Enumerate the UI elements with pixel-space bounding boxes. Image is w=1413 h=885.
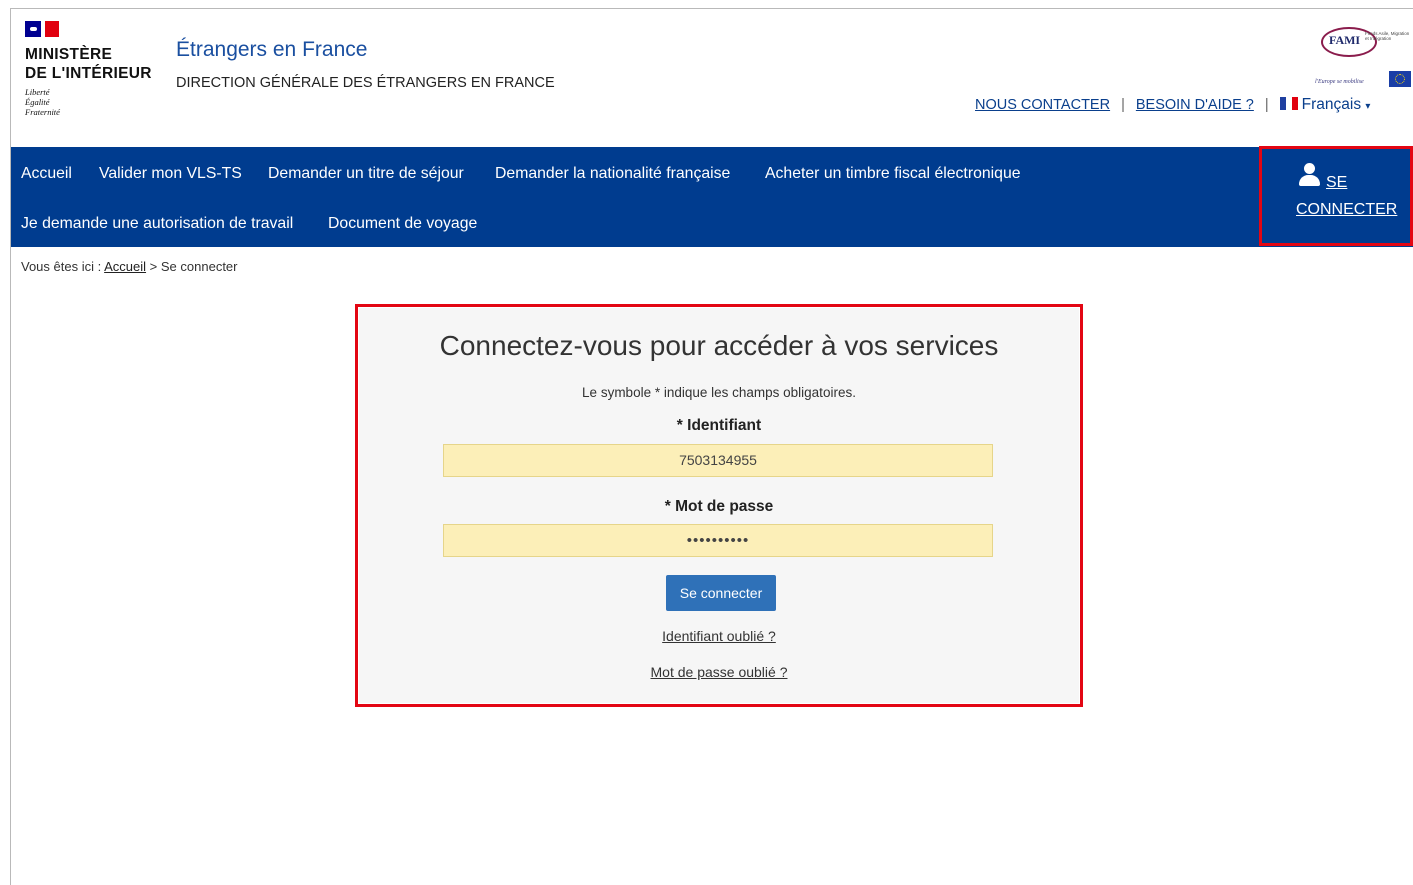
ministry-name: MINISTÈRE DE L'INTÉRIEUR (25, 46, 152, 82)
language-selector[interactable]: Français ▾ (1279, 96, 1371, 113)
nav-item-timbre-fiscal[interactable]: Acheter un timbre fiscal électronique (765, 165, 1021, 183)
forgot-identifier-link[interactable]: Identifiant oublié ? (359, 628, 1079, 644)
site-title[interactable]: Étrangers en France (176, 38, 367, 62)
forgot-password-link[interactable]: Mot de passe oublié ? (359, 664, 1079, 680)
required-note: Le symbole * indique les champs obligato… (582, 385, 856, 400)
nav-item-accueil[interactable]: Accueil (21, 165, 72, 183)
breadcrumb-home-link[interactable]: Accueil (104, 259, 146, 274)
main-nav: Accueil Valider mon VLS-TS Demander un t… (11, 147, 1413, 247)
nav-item-nationalite[interactable]: Demander la nationalité française (495, 165, 730, 183)
site-header: MINISTÈRE DE L'INTÉRIEUR Liberté Égalité… (11, 9, 1413, 147)
identifier-input[interactable]: 7503134955 (443, 444, 993, 477)
se-connecter-label[interactable]: SE CONNECTER (1296, 169, 1397, 223)
nav-item-titre-sejour[interactable]: Demander un titre de séjour (268, 165, 464, 183)
login-title: Connectez-vous pour accéder à vos servic… (439, 330, 999, 361)
breadcrumb-current: Se connecter (160, 259, 238, 274)
top-links: NOUS CONTACTER | BESOIN D'AIDE ? | Français … (975, 96, 1371, 113)
submit-login-button[interactable]: Se connecter (666, 575, 776, 611)
breadcrumb: Vous êtes ici : Accueil > Se connecter (21, 259, 238, 274)
contact-link[interactable]: NOUS CONTACTER (975, 97, 1110, 113)
password-input[interactable]: •••••••••• (443, 524, 993, 557)
nav-item-autorisation-travail[interactable]: Je demande une autorisation de travail (21, 215, 293, 233)
site-subtitle: DIRECTION GÉNÉRALE DES ÉTRANGERS EN FRAN… (176, 75, 555, 91)
marianne-logo (25, 21, 59, 37)
login-panel: Connectez-vous pour accéder à vos servic… (359, 308, 1079, 703)
nav-item-valider-vls-ts[interactable]: Valider mon VLS-TS (99, 165, 242, 183)
password-label: * Mot de passe (664, 498, 774, 515)
nav-item-document-voyage[interactable]: Document de voyage (328, 215, 477, 233)
fami-logo: FAMI Fonds Asile, Migration et Intégrati… (1305, 25, 1413, 97)
republic-motto: Liberté Égalité Fraternité (25, 87, 60, 117)
identifier-label: * Identifiant (676, 417, 762, 434)
help-link[interactable]: BESOIN D'AIDE ? (1136, 97, 1254, 113)
eu-flag-icon (1389, 71, 1411, 87)
caret-down-icon: ▾ (1365, 101, 1371, 112)
se-connecter-button[interactable]: SE CONNECTER (1259, 146, 1413, 246)
